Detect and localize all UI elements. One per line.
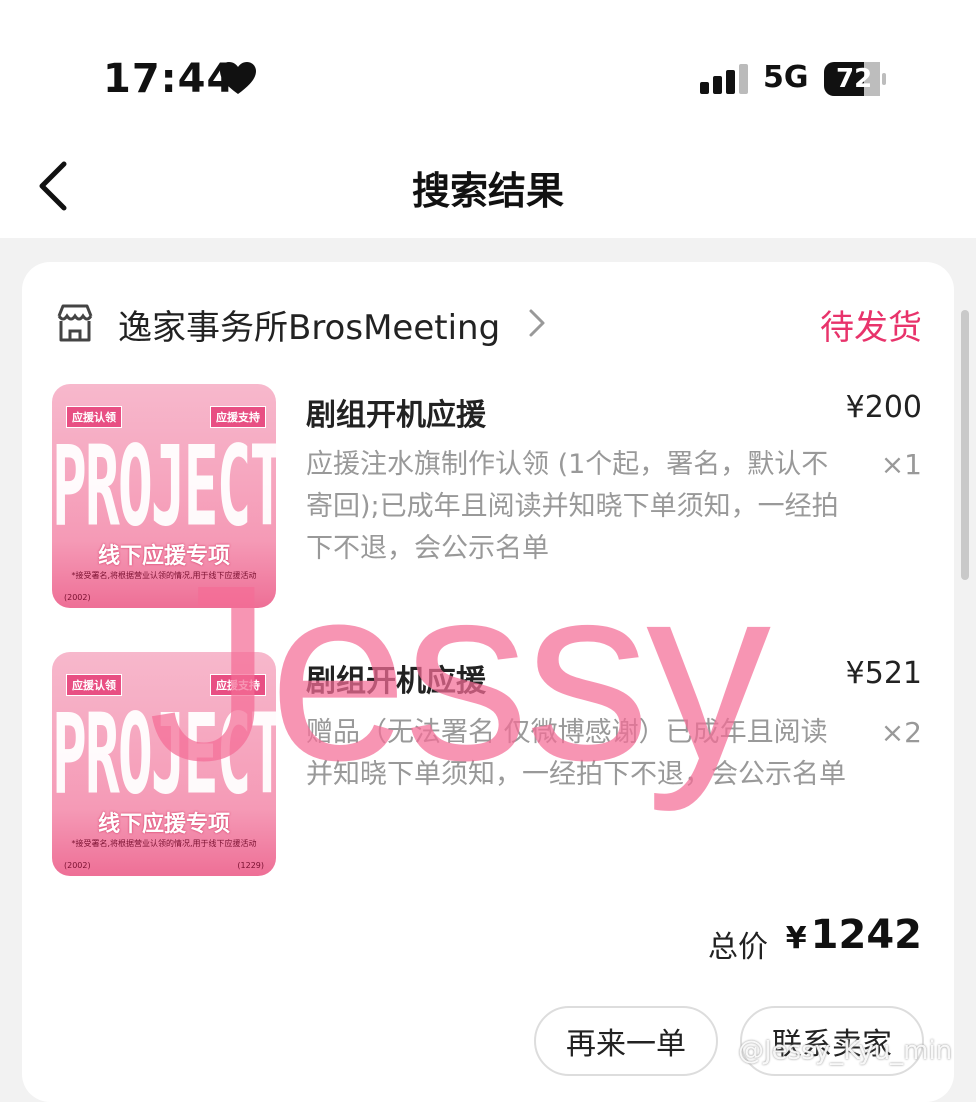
thumb-footer: (2002) bbox=[64, 593, 91, 602]
product-image[interactable]: 应援认领 应援支持 PROJECTX 线下应援专项 *接受署名,将根据营业认领的… bbox=[52, 384, 276, 608]
product-description: 应援注水旗制作认领 (1个起，署名，默认不寄回);已成年且阅读并知晓下单须知，一… bbox=[306, 449, 839, 564]
nav-bar: 搜索结果 bbox=[0, 130, 976, 238]
product-description: 赠品（无法署名 仅微博感谢）已成年且阅读并知晓下单须知，一经拍下不退，会公示名单 bbox=[306, 717, 846, 790]
total-price: ¥1242 bbox=[786, 912, 922, 958]
total-amount: 1242 bbox=[810, 912, 922, 958]
product-price: ¥521 bbox=[845, 656, 922, 691]
product-quantity: ×2 bbox=[880, 716, 922, 749]
thumb-subtitle: 线下应援专项 bbox=[97, 812, 230, 837]
signal-icon bbox=[700, 64, 748, 94]
total-label: 总价 bbox=[708, 930, 768, 965]
page-title: 搜索结果 bbox=[411, 169, 564, 213]
weibo-watermark: @Jessy_Kyu_min bbox=[738, 1036, 953, 1066]
product-image[interactable]: 应援认领 应援支持 PROJECTX 线下应援专项 *接受署名,将根据营业认领的… bbox=[52, 652, 276, 876]
thumb-footer: (1229) bbox=[237, 861, 264, 870]
thumb-note: *接受署名,将根据营业认领的情况,用于线下应援活动 bbox=[71, 839, 257, 848]
chevron-right-icon[interactable] bbox=[528, 308, 546, 338]
thumb-subtitle: 线下应援专项 bbox=[97, 544, 230, 569]
heart-icon bbox=[220, 62, 256, 94]
status-time: 17:44 bbox=[103, 56, 236, 102]
order-card: 逸家事务所BrosMeeting 待发货 应援认领 应援支持 PROJECTX … bbox=[22, 262, 954, 1102]
scrollbar[interactable] bbox=[961, 310, 969, 580]
thumb-title: PROJECTX bbox=[52, 422, 276, 552]
reorder-button[interactable]: 再来一单 bbox=[534, 1006, 718, 1076]
network-type: 5G bbox=[763, 60, 809, 95]
currency-symbol: ¥ bbox=[785, 921, 807, 956]
order-status: 待发货 bbox=[820, 308, 922, 348]
status-bar: 17:44 5G 72 bbox=[0, 0, 976, 130]
thumb-title: PROJECTX bbox=[52, 690, 276, 820]
product-quantity: ×1 bbox=[880, 448, 922, 481]
store-icon[interactable] bbox=[54, 302, 96, 344]
product-name[interactable]: 剧组开机应援 bbox=[306, 656, 486, 700]
battery-level: 72 bbox=[836, 64, 873, 94]
product-price: ¥200 bbox=[845, 390, 922, 425]
product-name[interactable]: 剧组开机应援 bbox=[306, 390, 486, 434]
store-name[interactable]: 逸家事务所BrosMeeting bbox=[118, 300, 500, 349]
thumb-footer: (2002) bbox=[64, 861, 91, 870]
thumb-note: *接受署名,将根据营业认领的情况,用于线下应援活动 bbox=[71, 571, 257, 580]
